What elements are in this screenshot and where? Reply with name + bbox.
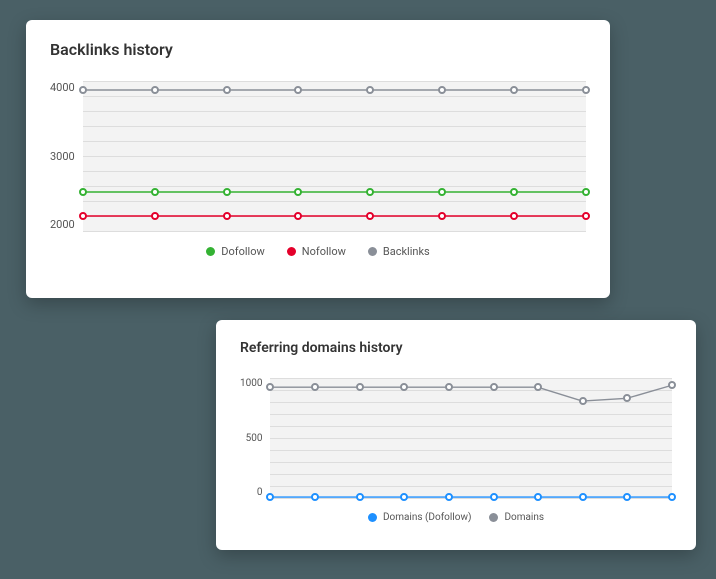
data-point [668,381,676,389]
chart-title: Referring domains history [240,340,672,356]
data-point [266,493,274,501]
series-line [270,385,672,401]
data-point [582,212,590,220]
data-point [534,493,542,501]
data-point [356,493,364,501]
legend-item: Dofollow [206,245,264,258]
legend-label: Domains [504,512,544,523]
data-point [579,397,587,405]
data-point [400,493,408,501]
legend-item: Domains (Dofollow) [368,512,472,523]
data-point [311,493,319,501]
data-point [445,493,453,501]
data-point [79,86,87,94]
data-point [582,86,590,94]
y-axis: 1000 500 0 [240,378,270,498]
referring-domains-history-card: Referring domains history 1000 500 0 Domai… [216,320,696,550]
legend-label: Domains (Dofollow) [383,512,472,523]
chart-title: Backlinks history [50,40,586,59]
data-point [151,212,159,220]
plot-area [270,378,672,498]
legend-swatch [368,247,377,256]
legend: Domains (Dofollow) Domains [240,512,672,523]
data-point [223,86,231,94]
data-point [356,383,364,391]
legend-label: Backlinks [383,245,430,258]
data-point [79,212,87,220]
data-point [490,383,498,391]
data-point [151,86,159,94]
legend-swatch [206,247,215,256]
data-point [668,493,676,501]
backlinks-history-card: Backlinks history 4000 3000 2000 Dofollow N… [26,20,610,298]
legend-item: Nofollow [287,245,346,258]
chart-area: 1000 500 0 [240,378,672,498]
data-point [490,493,498,501]
y-tick-label: 4000 [50,81,75,94]
chart-area: 4000 3000 2000 [50,81,586,231]
y-axis: 4000 3000 2000 [50,81,83,231]
legend-swatch [368,513,377,522]
plot-area [83,81,586,231]
legend-label: Dofollow [221,245,264,258]
y-tick-label: 1000 [240,378,262,389]
legend-swatch [489,513,498,522]
data-point [151,188,159,196]
y-tick-label: 2000 [50,218,75,231]
legend: Dofollow Nofollow Backlinks [50,245,586,258]
legend-label: Nofollow [302,245,346,258]
data-point [582,188,590,196]
legend-item: Domains [489,512,544,523]
y-tick-label: 0 [257,487,263,498]
legend-item: Backlinks [368,245,430,258]
data-point [79,188,87,196]
legend-swatch [287,247,296,256]
data-point [223,212,231,220]
data-point [579,493,587,501]
y-tick-label: 500 [246,433,263,444]
y-tick-label: 3000 [50,150,75,163]
data-point [623,493,631,501]
data-point [223,188,231,196]
